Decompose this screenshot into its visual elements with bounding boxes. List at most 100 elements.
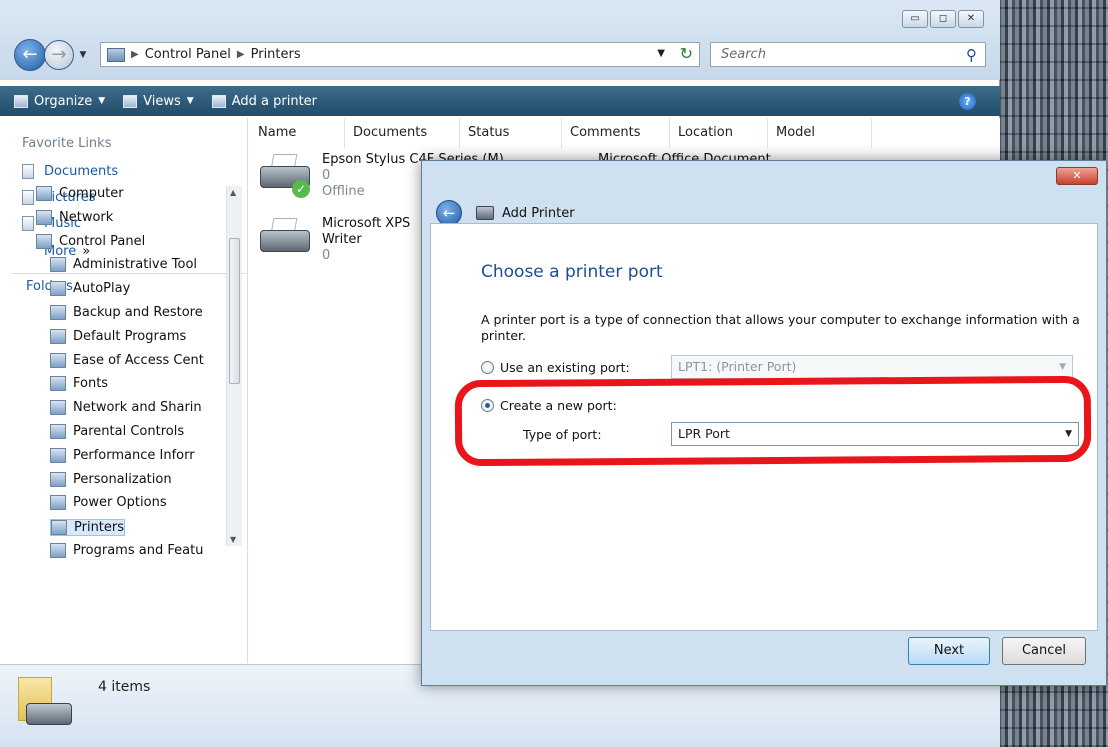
chevron-down-icon: ▼ — [98, 96, 106, 106]
views-label: Views — [143, 93, 181, 109]
column-documents[interactable]: Documents — [345, 118, 460, 148]
recent-pages-dropdown[interactable]: ▼ — [76, 50, 90, 60]
column-status[interactable]: Status — [460, 118, 562, 148]
tree-item-programs-and-featu[interactable]: Programs and Featu — [50, 543, 203, 558]
tree-item-printers[interactable]: Printers — [50, 519, 126, 537]
breadcrumb-control-panel[interactable]: Control Panel — [145, 47, 231, 62]
existing-port-label: Use an existing port: — [500, 360, 630, 375]
breadcrumb-arrow-icon: ▶ — [236, 49, 245, 60]
tree-item-network-and-sharin[interactable]: Network and Sharin — [50, 400, 202, 416]
column-location[interactable]: Location — [670, 118, 768, 148]
back-button[interactable]: ← — [14, 39, 46, 71]
folder-item-icon — [50, 495, 66, 511]
printer-item-xps[interactable]: Microsoft XPS Writer 0 — [256, 216, 410, 264]
tree-item-label: Fonts — [73, 376, 109, 392]
tree-item-label: Backup and Restore — [73, 305, 203, 320]
tree-item-label: Administrative Tool — [73, 257, 198, 273]
refresh-icon[interactable]: ↻ — [680, 44, 693, 63]
existing-port-radio[interactable] — [481, 361, 494, 374]
folder-item-icon — [50, 257, 66, 273]
tree-item-label: Ease of Access Cent — [73, 352, 204, 368]
tree-item-performance-inforr[interactable]: Performance Inforr — [50, 447, 195, 463]
views-menu[interactable]: Views ▼ — [123, 94, 194, 109]
search-icon[interactable]: ⚲ — [966, 46, 977, 64]
printer-icon — [476, 206, 494, 220]
help-icon[interactable]: ? — [959, 93, 976, 110]
title-bar: ▭ ◻ ✕ ← → ▼ ▶ Control Panel ▶ Printers ▼… — [0, 0, 1000, 80]
cancel-button[interactable]: Cancel — [1002, 637, 1086, 665]
dialog-close-button[interactable]: ✕ — [1056, 167, 1098, 185]
tree-item-backup-and-restore[interactable]: Backup and Restore — [50, 305, 203, 320]
breadcrumb-printers[interactable]: Printers — [251, 47, 301, 62]
tree-item-autoplay[interactable]: AutoPlay — [50, 281, 131, 297]
dialog-heading: Choose a printer port — [481, 262, 663, 282]
printer-icon: ✓ — [256, 152, 314, 198]
organize-menu[interactable]: Organize ▼ — [14, 94, 105, 109]
printer-icon — [256, 216, 314, 260]
address-dropdown-icon[interactable]: ▼ — [657, 48, 665, 59]
tree-item-default-programs[interactable]: Default Programs — [50, 328, 186, 344]
tree-item-power-options[interactable]: Power Options — [50, 495, 167, 511]
scrollbar-thumb[interactable] — [229, 238, 240, 384]
chevron-down-icon: ▼ — [186, 96, 194, 106]
documents-icon — [22, 164, 34, 179]
tree-item-computer[interactable]: Computer — [36, 186, 124, 201]
scroll-up-icon[interactable]: ▲ — [230, 188, 236, 197]
dialog-title: Add Printer — [502, 205, 575, 221]
tree-item-parental-controls[interactable]: Parental Controls — [50, 424, 184, 439]
music-icon — [22, 216, 34, 231]
forward-button[interactable]: → — [44, 40, 74, 70]
folder-item-icon — [50, 328, 66, 344]
scroll-down-icon[interactable]: ▼ — [230, 535, 236, 544]
close-button[interactable]: ✕ — [958, 10, 984, 28]
tree-item-label: Parental Controls — [73, 424, 185, 439]
minimize-button[interactable]: ▭ — [902, 10, 928, 28]
folder-item-icon — [50, 543, 66, 558]
column-model[interactable]: Model — [768, 118, 872, 148]
maximize-button[interactable]: ◻ — [930, 10, 956, 28]
tree-scrollbar[interactable]: ▲ ▼ — [226, 186, 242, 546]
folder-item-icon — [50, 281, 66, 297]
column-comments[interactable]: Comments — [562, 118, 670, 148]
tree-item-label: Power Options — [73, 495, 167, 511]
default-printer-check-icon: ✓ — [292, 180, 310, 198]
existing-port-option[interactable]: Use an existing port: — [481, 360, 630, 375]
next-button[interactable]: Next — [908, 637, 990, 665]
tree-item-ease-of-access-cent[interactable]: Ease of Access Cent — [50, 352, 204, 368]
tree-item-control-panel[interactable]: Control Panel — [36, 233, 146, 249]
address-bar[interactable]: ▶ Control Panel ▶ Printers ▼ ↻ — [100, 42, 700, 67]
tree-item-label: Personalization — [73, 471, 172, 487]
tree-item-label: Control Panel — [59, 233, 146, 249]
folder-item-icon — [36, 233, 52, 249]
search-input[interactable]: Search ⚲ — [710, 42, 986, 67]
pictures-icon — [22, 190, 34, 205]
favorite-links-title: Favorite Links — [22, 136, 112, 151]
printer-documents: 0 — [322, 248, 331, 263]
organize-label: Organize — [34, 93, 93, 109]
folder-item-icon — [50, 376, 66, 392]
tree-item-administrative-tool[interactable]: Administrative Tool — [50, 257, 198, 273]
views-icon — [123, 94, 138, 108]
tree-item-fonts[interactable]: Fonts — [50, 376, 109, 392]
folder-item-icon — [50, 471, 66, 487]
tree-item-label: Performance Inforr — [73, 447, 195, 463]
search-placeholder: Search — [721, 47, 766, 62]
folder-item-icon — [36, 186, 52, 201]
add-printer-icon — [211, 94, 226, 108]
tree-item-personalization[interactable]: Personalization — [50, 471, 172, 487]
red-highlight-annotation — [454, 375, 1092, 467]
window-controls: ▭ ◻ ✕ — [902, 10, 984, 28]
column-name[interactable]: Name — [250, 118, 345, 148]
folder-item-icon — [51, 520, 67, 536]
dialog-content: Choose a printer port A printer port is … — [430, 223, 1098, 631]
folder-item-icon — [50, 424, 66, 439]
control-panel-icon — [107, 47, 125, 62]
organize-icon — [14, 94, 28, 108]
favorite-link-documents[interactable]: Documents — [22, 164, 118, 179]
tree-item-network[interactable]: Network — [36, 209, 113, 225]
tree-item-label: Programs and Featu — [73, 543, 204, 558]
folder-item-icon — [50, 305, 66, 320]
add-printer-button[interactable]: Add a printer — [211, 94, 317, 109]
tree-item-label: AutoPlay — [73, 281, 131, 297]
folder-item-icon — [50, 352, 66, 368]
